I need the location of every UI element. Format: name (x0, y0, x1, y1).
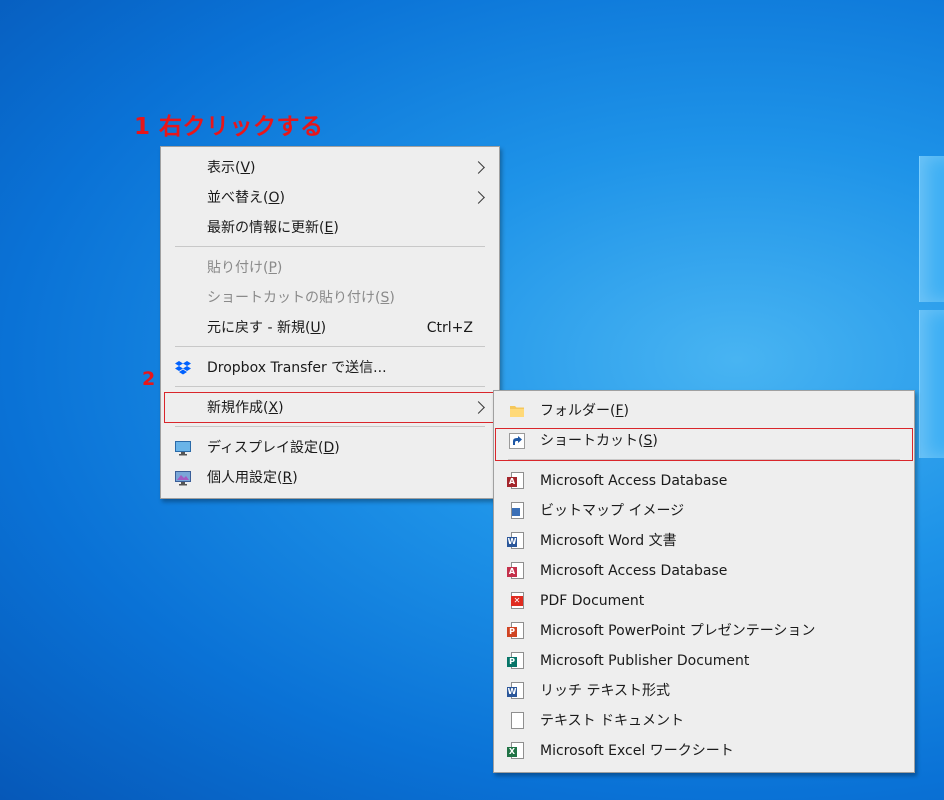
menu-separator (175, 346, 485, 347)
menu-item-paste-end: ) (276, 260, 283, 276)
menu-item-undo-end: ) (320, 320, 327, 336)
desktop-context-menu: 表示(V) 並べ替え(O) 最新の情報に更新(E) 貼り付け(P) ショートカッ… (160, 146, 500, 499)
submenu-item-label: PDF Document (540, 593, 645, 609)
menu-item-view-end: ) (250, 160, 256, 176)
submenu-item-pdf[interactable]: ✕ PDF Document (494, 586, 914, 616)
submenu-item-label: Microsoft Word 文書 (540, 533, 677, 549)
undo-shortcut-key: Ctrl+Z (426, 320, 473, 336)
menu-item-refresh-label: 最新の情報に更新( (207, 220, 325, 236)
menu-item-sort-end: ) (279, 190, 285, 206)
menu-item-sort-accel: O (268, 190, 280, 206)
monitor-icon (175, 441, 191, 456)
submenu-item-powerpoint[interactable]: P Microsoft PowerPoint プレゼンテーション (494, 616, 914, 646)
menu-item-undo[interactable]: 元に戻す - 新規(U) Ctrl+Z (161, 313, 499, 343)
submenu-item-rich-text[interactable]: W リッチ テキスト形式 (494, 676, 914, 706)
submenu-item-folder-end: ) (623, 403, 629, 419)
submenu-item-excel[interactable]: X Microsoft Excel ワークシート (494, 736, 914, 766)
menu-item-personalize[interactable]: 個人用設定(R) (161, 463, 499, 493)
menu-separator (175, 246, 485, 247)
menu-item-paste-label: 貼り付け( (207, 260, 269, 276)
step-2-highlight-box (164, 392, 495, 423)
submenu-item-label: Microsoft Access Database (540, 563, 728, 579)
menu-item-refresh-accel: E (324, 220, 334, 236)
menu-item-paste[interactable]: 貼り付け(P) (161, 253, 499, 283)
submenu-item-folder[interactable]: フォルダー(F) (494, 396, 914, 426)
menu-item-dropbox-label: Dropbox Transfer で送信... (207, 360, 387, 376)
menu-separator (175, 426, 485, 427)
menu-item-sort[interactable]: 並べ替え(O) (161, 183, 499, 213)
submenu-item-label: Microsoft Excel ワークシート (540, 743, 734, 759)
menu-item-refresh-end: ) (333, 220, 339, 236)
submenu-item-label: テキスト ドキュメント (540, 713, 685, 729)
menu-item-paste-shortcut-label: ショートカットの貼り付け( (207, 290, 381, 306)
submenu-item-access-database[interactable]: A Microsoft Access Database (494, 466, 914, 496)
submenu-item-bitmap[interactable]: ビットマップ イメージ (494, 496, 914, 526)
submenu-item-folder-label: フォルダー( (540, 403, 616, 419)
windows-logo-pane-top (919, 156, 944, 302)
chevron-right-icon (472, 191, 485, 204)
dropbox-icon (175, 361, 191, 375)
step-3-highlight-box (495, 428, 913, 461)
menu-item-dropbox-transfer[interactable]: Dropbox Transfer で送信... (161, 353, 499, 383)
menu-item-undo-accel: U (310, 320, 321, 336)
submenu-item-label: Microsoft PowerPoint プレゼンテーション (540, 623, 816, 639)
submenu-item-text-document[interactable]: テキスト ドキュメント (494, 706, 914, 736)
folder-icon (510, 406, 524, 417)
menu-item-view-accel: V (240, 160, 251, 176)
menu-item-paste-shortcut-end: ) (389, 290, 395, 306)
menu-item-paste-accel: P (268, 260, 277, 276)
submenu-item-publisher[interactable]: P Microsoft Publisher Document (494, 646, 914, 676)
menu-item-personalize-accel: R (282, 470, 293, 486)
windows-logo-pane-bottom (919, 310, 944, 458)
menu-item-display-accel: D (323, 440, 335, 456)
submenu-item-label: リッチ テキスト形式 (540, 683, 671, 699)
menu-item-view-label: 表示( (207, 160, 241, 176)
step-2-annotation: 2 (142, 368, 156, 390)
submenu-item-folder-accel: F (615, 403, 624, 419)
menu-item-undo-label: 元に戻す - 新規( (207, 320, 311, 336)
new-submenu: フォルダー(F) ショートカット(S) A Microsoft Access D… (493, 390, 915, 773)
submenu-item-access-database-2[interactable]: A Microsoft Access Database (494, 556, 914, 586)
menu-item-paste-shortcut[interactable]: ショートカットの貼り付け(S) (161, 283, 499, 313)
submenu-item-label: Microsoft Publisher Document (540, 653, 750, 669)
personalize-icon (175, 471, 191, 486)
submenu-item-label: ビットマップ イメージ (540, 503, 685, 519)
menu-separator (175, 386, 485, 387)
menu-item-display-end: ) (334, 440, 340, 456)
menu-item-refresh[interactable]: 最新の情報に更新(E) (161, 213, 499, 243)
menu-item-personalize-label: 個人用設定( (207, 470, 283, 486)
submenu-item-word[interactable]: W Microsoft Word 文書 (494, 526, 914, 556)
menu-item-view[interactable]: 表示(V) (161, 153, 499, 183)
submenu-item-label: Microsoft Access Database (540, 473, 728, 489)
menu-item-display-settings[interactable]: ディスプレイ設定(D) (161, 433, 499, 463)
chevron-right-icon (472, 161, 485, 174)
step-1-annotation: 1 右クリックする (134, 114, 324, 140)
text-file-icon (511, 712, 524, 729)
menu-item-personalize-end: ) (292, 470, 298, 486)
menu-item-sort-label: 並べ替え( (207, 190, 269, 206)
menu-item-display-label: ディスプレイ設定( (207, 440, 324, 456)
